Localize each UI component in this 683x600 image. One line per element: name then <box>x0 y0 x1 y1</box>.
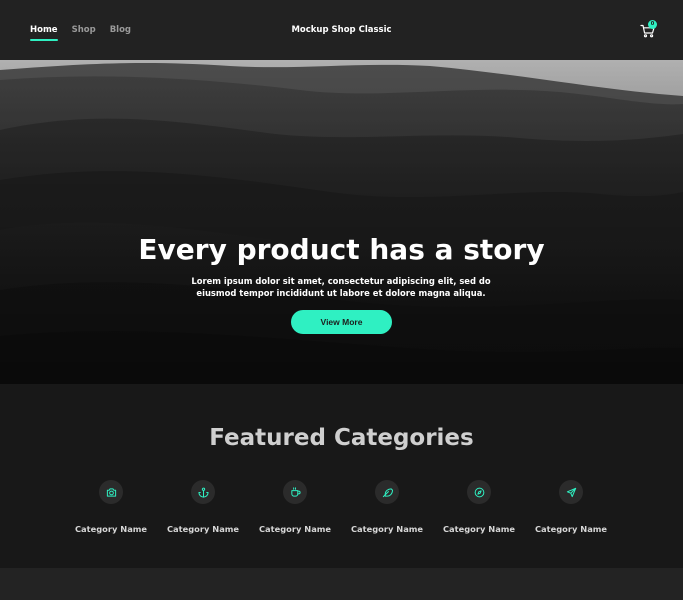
coffee-icon <box>283 480 307 504</box>
category-item[interactable]: Category Name <box>66 480 156 535</box>
category-label: Category Name <box>166 524 240 534</box>
category-item[interactable]: Category Name <box>342 480 432 535</box>
site-title[interactable]: Mockup Shop Classic <box>0 24 683 36</box>
footer-section <box>0 568 683 600</box>
category-item[interactable]: Category Name <box>250 480 340 535</box>
category-item[interactable]: Category Name <box>526 480 616 535</box>
hero-banner: Every product has a story Lorem ipsum do… <box>0 60 683 384</box>
hero-subtitle: Lorem ipsum dolor sit amet, consectetur … <box>191 276 491 298</box>
category-label: Category Name <box>258 524 332 534</box>
featured-categories-section: Featured Categories Category Name Catego… <box>0 384 683 568</box>
featured-categories-title: Featured Categories <box>209 425 474 451</box>
send-icon <box>559 480 583 504</box>
category-label: Category Name <box>534 524 608 534</box>
feather-icon <box>375 480 399 504</box>
view-more-button[interactable]: View More <box>291 310 392 334</box>
compass-icon <box>467 480 491 504</box>
category-label: Category Name <box>350 524 424 534</box>
anchor-icon <box>191 480 215 504</box>
category-item[interactable]: Category Name <box>158 480 248 535</box>
hero-title: Every product has a story <box>138 233 545 266</box>
category-item[interactable]: Category Name <box>434 480 524 535</box>
hero-background-image <box>0 60 683 384</box>
category-label: Category Name <box>74 524 148 534</box>
category-label: Category Name <box>442 524 516 534</box>
site-header: Home Shop Blog Mockup Shop Classic 0 <box>0 0 683 60</box>
camera-icon <box>99 480 123 504</box>
cart-count-badge: 0 <box>648 20 657 29</box>
